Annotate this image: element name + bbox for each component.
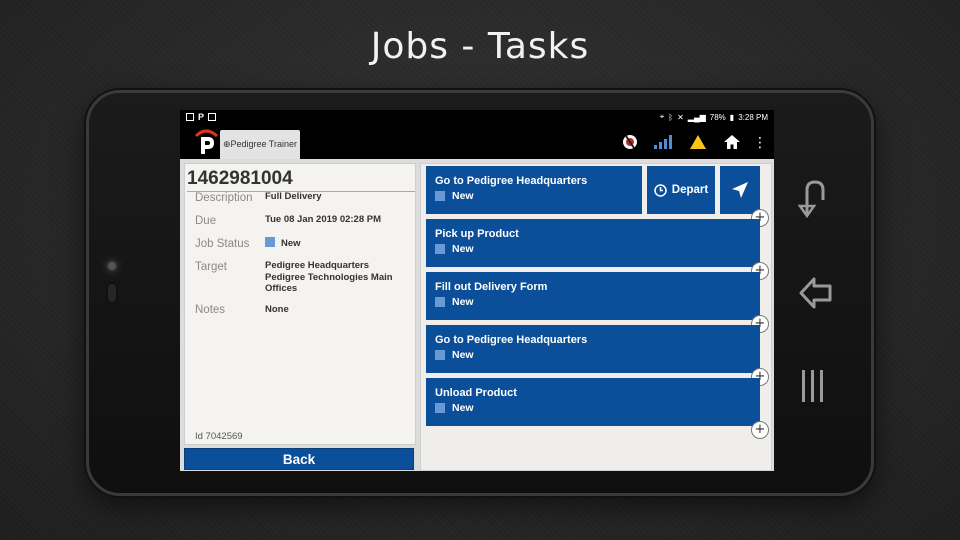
task-card[interactable]: Go to Pedigree Headquarters New bbox=[426, 166, 642, 214]
notes-value: None bbox=[265, 304, 289, 315]
task-card[interactable]: Unload Product New bbox=[426, 378, 760, 426]
task-status: New bbox=[435, 190, 474, 202]
job-number: 1462981004 bbox=[187, 168, 293, 189]
task-title: Go to Pedigree Headquarters bbox=[435, 175, 588, 187]
status-new-swatch bbox=[435, 191, 445, 201]
pedigree-logo-icon bbox=[194, 129, 219, 154]
app-bar: ⊕Pedigree Trainer ⋮ bbox=[180, 125, 774, 159]
content-area: 1462981004 Description Full Delivery Due… bbox=[180, 159, 774, 471]
battery-percent: 78% bbox=[709, 112, 726, 122]
p-notification-icon: P bbox=[198, 112, 205, 122]
slide-title: Jobs - Tasks bbox=[370, 26, 590, 67]
navigate-button[interactable] bbox=[720, 166, 760, 214]
task-status: New bbox=[435, 349, 474, 361]
job-status-value: New bbox=[265, 237, 410, 250]
task-status: New bbox=[435, 402, 474, 414]
notes-label: Notes bbox=[195, 304, 226, 316]
task-status-text: New bbox=[452, 190, 474, 202]
job-status-text: New bbox=[281, 238, 301, 249]
status-new-swatch bbox=[435, 403, 445, 413]
sync-alert-icon[interactable] bbox=[620, 133, 640, 151]
status-bar: P ⌖ ᛒ ✕ ▂▄▆ 78% ▮ 3:28 PM bbox=[180, 110, 774, 125]
signal-strength-icon[interactable] bbox=[654, 133, 674, 151]
task-status-text: New bbox=[452, 402, 474, 414]
tab-pedigree-trainer[interactable]: ⊕Pedigree Trainer bbox=[220, 130, 300, 159]
phone-sensor bbox=[106, 282, 118, 304]
task-card[interactable]: Fill out Delivery Form New bbox=[426, 272, 760, 320]
description-label: Description bbox=[195, 192, 253, 204]
back-button[interactable]: Back bbox=[184, 448, 414, 470]
hw-back-key-icon[interactable] bbox=[798, 178, 832, 220]
task-status-text: New bbox=[452, 243, 474, 255]
task-title: Pick up Product bbox=[435, 228, 519, 240]
depart-label: Depart bbox=[671, 184, 709, 196]
overflow-menu-icon[interactable]: ⋮ bbox=[753, 133, 767, 151]
task-status: New bbox=[435, 296, 474, 308]
warning-icon[interactable] bbox=[688, 133, 708, 151]
image-notification-icon bbox=[186, 113, 194, 121]
task-title: Fill out Delivery Form bbox=[435, 281, 548, 293]
device-screen: P ⌖ ᛒ ✕ ▂▄▆ 78% ▮ 3:28 PM ⊕Pedigree Trai… bbox=[180, 110, 774, 471]
hw-recents-key-icon[interactable] bbox=[798, 368, 828, 404]
task-status-text: New bbox=[452, 349, 474, 361]
clock: 3:28 PM bbox=[738, 112, 768, 122]
add-task-button[interactable]: + bbox=[751, 421, 769, 439]
screenshot-notification-icon bbox=[208, 113, 217, 121]
home-icon[interactable] bbox=[722, 133, 742, 151]
depart-button[interactable]: Depart bbox=[647, 166, 715, 214]
status-new-swatch bbox=[435, 297, 445, 307]
job-status-label: Job Status bbox=[195, 238, 250, 250]
job-details-panel: 1462981004 Description Full Delivery Due… bbox=[184, 163, 416, 445]
battery-icon: ▮ bbox=[729, 112, 735, 122]
clock-icon bbox=[654, 183, 667, 197]
status-new-swatch bbox=[265, 237, 275, 247]
task-card[interactable]: Go to Pedigree Headquarters New bbox=[426, 325, 760, 373]
task-status: New bbox=[435, 243, 474, 255]
location-icon: ⌖ bbox=[659, 112, 665, 121]
status-new-swatch bbox=[435, 244, 445, 254]
task-title: Unload Product bbox=[435, 387, 517, 399]
front-camera bbox=[101, 255, 123, 277]
task-card[interactable]: Pick up Product New bbox=[426, 219, 760, 267]
task-title: Go to Pedigree Headquarters bbox=[435, 334, 588, 346]
description-value: Full Delivery bbox=[265, 191, 322, 202]
bluetooth-icon: ᛒ bbox=[668, 112, 674, 122]
status-new-swatch bbox=[435, 350, 445, 360]
task-status-text: New bbox=[452, 296, 474, 308]
job-id: Id 7042569 bbox=[195, 431, 243, 442]
due-value: Tue 08 Jan 2019 02:28 PM bbox=[265, 214, 381, 225]
mute-icon: ✕ bbox=[677, 112, 684, 122]
target-value: Pedigree Headquarters Pedigree Technolog… bbox=[265, 260, 393, 294]
hw-home-key-icon[interactable] bbox=[798, 275, 834, 311]
signal-icon: ▂▄▆ bbox=[687, 112, 706, 122]
tasks-panel: Go to Pedigree Headquarters New Depart +… bbox=[420, 163, 772, 471]
due-label: Due bbox=[195, 215, 217, 227]
target-label: Target bbox=[195, 261, 227, 273]
navigation-arrow-icon bbox=[732, 182, 748, 198]
